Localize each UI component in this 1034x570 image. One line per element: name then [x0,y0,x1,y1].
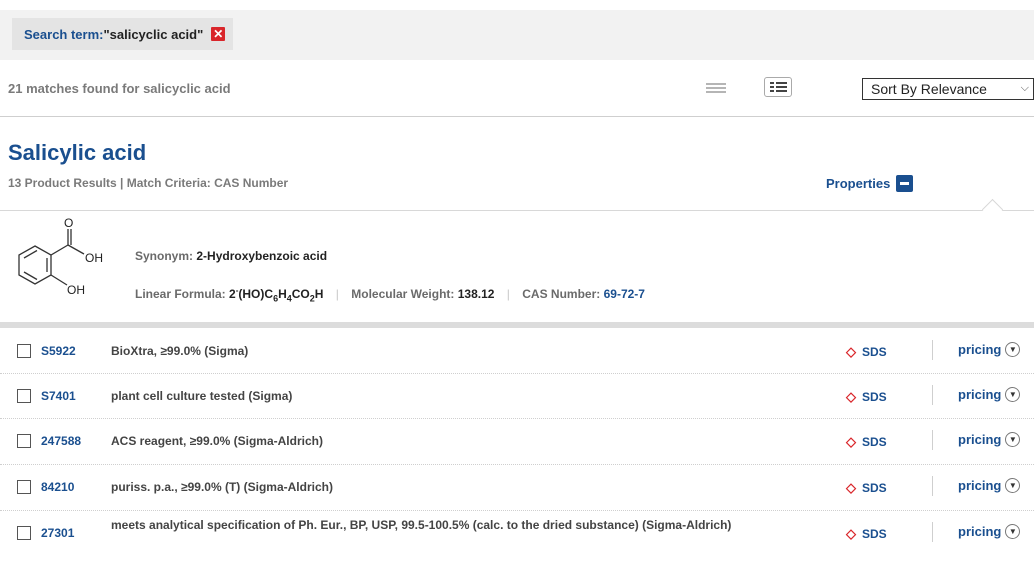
pricing-toggle[interactable]: pricing ▼ [958,478,1021,493]
sds-link[interactable]: ◇ SDS [846,389,887,405]
pricing-toggle[interactable]: pricing ▼ [958,387,1021,402]
synonym-line: Synonym: 2-Hydroxybenzoic acid [135,249,327,263]
product-description: ACS reagent, ≥99.0% (Sigma-Aldrich) [111,434,323,448]
divider [932,430,933,450]
cas-number-label: CAS Number: [522,287,601,301]
divider [932,385,933,405]
pricing-label: pricing [958,387,1002,402]
search-term-label: Search term: [24,26,104,42]
pricing-label: pricing [958,342,1002,357]
sds-link[interactable]: ◇ SDS [846,526,887,542]
sds-link[interactable]: ◇ SDS [846,480,887,496]
linear-formula-label: Linear Formula: [135,287,226,301]
pricing-label: pricing [958,432,1002,447]
sds-label: SDS [862,435,887,449]
properties-divider [0,210,1034,211]
close-icon[interactable]: ✕ [211,27,226,41]
product-description: meets analytical specification of Ph. Eu… [111,518,732,532]
product-title[interactable]: Salicylic acid [8,140,146,166]
results-toolbar: 21 matches found for salicyclic acid Sor… [0,70,1034,117]
divider [932,522,933,542]
sort-select-value: Sort By Relevance [871,81,987,97]
product-subtitle: 13 Product Results | Match Criteria: CAS… [8,176,289,190]
structure-label-oh: OH [85,251,103,265]
properties-toggle[interactable]: Properties [826,175,914,192]
divider: | [506,287,510,301]
table-row: S7401 plant cell culture tested (Sigma) … [0,374,1034,419]
results-count: 21 matches found for salicyclic acid [8,81,231,96]
detail-view-icon[interactable] [764,77,792,97]
diamond-icon: ◇ [846,480,856,495]
sds-link[interactable]: ◇ SDS [846,344,887,360]
search-term-value: "salicyclic acid" [103,26,204,42]
search-term-bar: Search term:"salicyclic acid" ✕ [0,10,1034,60]
product-description: plant cell culture tested (Sigma) [111,389,293,403]
table-row: 84210 puriss. p.a., ≥99.0% (T) (Sigma-Al… [0,465,1034,511]
row-checkbox[interactable] [17,434,31,448]
synonym-label: Synonym: [135,249,194,263]
table-row: 247588 ACS reagent, ≥99.0% (Sigma-Aldric… [0,419,1034,465]
product-description: puriss. p.a., ≥99.0% (T) (Sigma-Aldrich) [111,480,333,494]
molecular-weight-label: Molecular Weight: [351,287,455,301]
molecular-weight-value: 138.12 [457,287,495,301]
pricing-toggle[interactable]: pricing ▼ [958,432,1021,447]
divider [932,340,933,360]
product-code-link[interactable]: 27301 [41,526,74,540]
sds-label: SDS [862,345,887,359]
cas-number-link[interactable]: 69-72-7 [604,287,645,301]
sds-label: SDS [862,481,887,495]
row-checkbox[interactable] [17,526,31,540]
chemical-structure-image: O OH OH [18,216,103,297]
chevron-circle-down-icon[interactable]: ▼ [1005,524,1021,539]
table-row: 27301 meets analytical specification of … [0,511,1034,570]
diamond-icon: ◇ [846,434,856,449]
divider [932,476,933,496]
pricing-toggle[interactable]: pricing ▼ [958,524,1021,539]
pricing-label: pricing [958,524,1002,539]
chevron-circle-down-icon[interactable]: ▼ [1005,387,1021,402]
properties-label: Properties [826,176,891,191]
properties-pointer [981,198,1004,221]
diamond-icon: ◇ [846,344,856,359]
sds-link[interactable]: ◇ SDS [846,434,887,450]
row-checkbox[interactable] [17,389,31,403]
chevron-circle-down-icon[interactable]: ▼ [1005,342,1021,357]
pricing-label: pricing [958,478,1002,493]
sds-label: SDS [862,390,887,404]
divider: | [335,287,339,301]
product-code-link[interactable]: S7401 [41,389,76,403]
structure-label-o: O [64,216,73,230]
properties-line: Linear Formula: 2-(HO)C6H4CO2H | Molecul… [135,286,645,303]
structure-label-oh: OH [67,283,85,297]
minus-box-icon[interactable] [896,175,914,192]
sds-label: SDS [862,527,887,541]
table-row: S5922 BioXtra, ≥99.0% (Sigma) ◇ SDS prici… [0,328,1034,374]
product-code-link[interactable]: S5922 [41,344,76,358]
diamond-icon: ◇ [846,526,856,541]
chevron-down-icon: ⌵ [1020,82,1029,94]
pricing-toggle[interactable]: pricing ▼ [958,342,1021,357]
product-code-link[interactable]: 84210 [41,480,74,494]
row-checkbox[interactable] [17,480,31,494]
diamond-icon: ◇ [846,389,856,404]
sort-select[interactable]: Sort By Relevance ⌵ [862,78,1034,100]
linear-formula-value: 2-(HO)C6H4CO2H [229,286,324,304]
product-code-link[interactable]: 247588 [41,434,81,448]
product-description: BioXtra, ≥99.0% (Sigma) [111,344,249,358]
search-term-chip: Search term:"salicyclic acid" ✕ [12,18,234,50]
row-checkbox[interactable] [17,344,31,358]
chevron-circle-down-icon[interactable]: ▼ [1005,478,1021,493]
synonym-value: 2-Hydroxybenzoic acid [196,249,328,263]
chevron-circle-down-icon[interactable]: ▼ [1005,432,1021,447]
list-view-icon[interactable] [706,83,726,95]
